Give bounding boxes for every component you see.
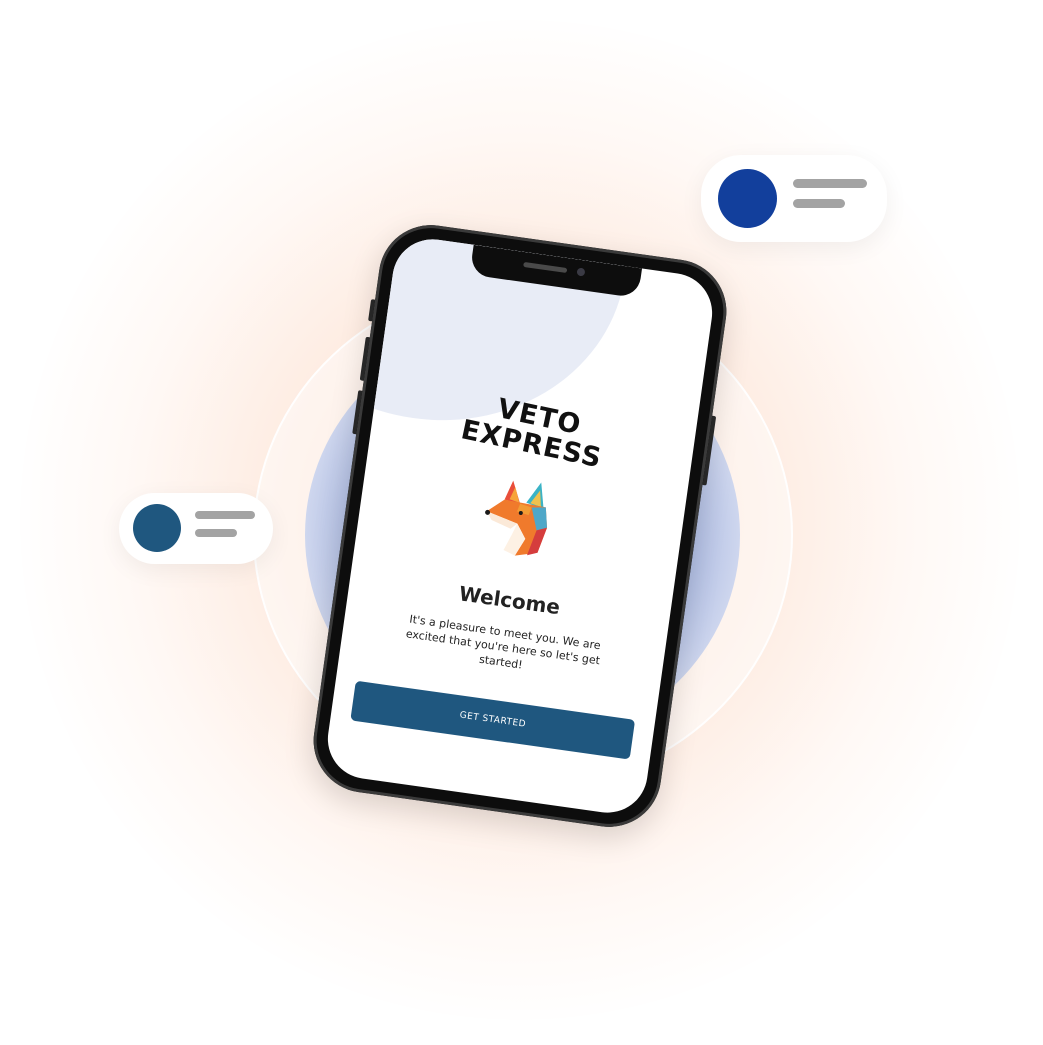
placeholder-line (793, 199, 845, 208)
placeholder-line (793, 179, 867, 188)
floating-card-left (119, 493, 273, 564)
speaker-grille (523, 261, 568, 274)
get-started-button[interactable]: GET STARTED (350, 680, 636, 760)
hero-stage: VETO EXPRESS Welcome It's a pleasure to … (0, 0, 1043, 1045)
avatar-dot-icon (133, 504, 181, 552)
placeholder-line (195, 511, 255, 519)
avatar-dot-icon (718, 169, 777, 228)
camera-icon (576, 267, 586, 277)
phone-screen: VETO EXPRESS Welcome It's a pleasure to … (322, 234, 718, 818)
placeholder-line (195, 529, 237, 537)
fox-logo-icon (485, 480, 548, 556)
floating-card-top (701, 155, 887, 242)
